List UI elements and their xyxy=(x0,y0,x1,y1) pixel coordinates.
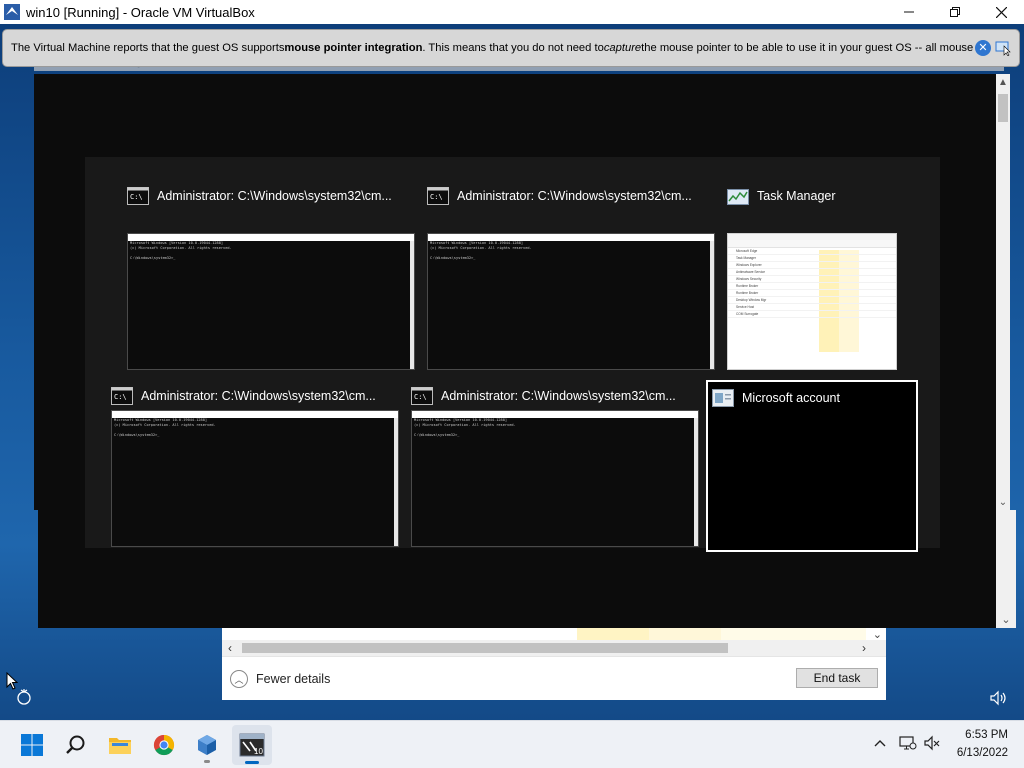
cmd-preview: Microsoft Windows [Version 10.0.19044.12… xyxy=(111,410,399,547)
close-notification-icon[interactable]: ✕ xyxy=(975,40,991,56)
taskbar: 10 6:53 PM 6/13/2022 xyxy=(0,720,1024,768)
accessibility-icon[interactable] xyxy=(14,688,34,708)
running-indicator xyxy=(204,760,210,763)
cmd-icon: C:\ xyxy=(411,387,433,405)
file-explorer-button[interactable] xyxy=(100,725,140,765)
task-manager-hscrollbar[interactable]: ‹ › xyxy=(222,640,886,656)
scroll-down-arrow-icon[interactable]: ⌄ xyxy=(996,613,1016,626)
mouse-integration-notification: The Virtual Machine reports that the gue… xyxy=(2,29,1020,67)
speaker-muted-icon xyxy=(924,735,940,751)
clock-time: 6:53 PM xyxy=(965,729,1008,741)
volume-muted-button[interactable] xyxy=(922,733,942,753)
svg-text:C:\: C:\ xyxy=(414,393,427,401)
scroll-thumb[interactable] xyxy=(998,94,1008,122)
scroll-right-arrow-icon[interactable]: › xyxy=(862,640,866,656)
alt-tab-item-cmd-3[interactable]: C:\ Administrator: C:\Windows\system32\c… xyxy=(111,385,401,547)
search-button[interactable] xyxy=(56,725,96,765)
clock[interactable]: 6:53 PM 6/13/2022 xyxy=(957,726,1008,762)
svg-text:C:\: C:\ xyxy=(114,393,127,401)
chrome-button[interactable] xyxy=(144,725,184,765)
show-hidden-icons-button[interactable] xyxy=(870,733,890,753)
notification-text: The Virtual Machine reports that the gue… xyxy=(11,42,285,54)
search-icon xyxy=(66,735,85,754)
scroll-left-arrow-icon[interactable]: ‹ xyxy=(228,640,232,656)
console-scrollbar[interactable]: ▲ ⌄ xyxy=(996,74,1010,510)
virtualbox-icon xyxy=(4,4,20,20)
alt-tab-title: Administrator: C:\Windows\system32\cm... xyxy=(157,189,392,203)
notification-text-middle: . This means that you do not need to xyxy=(422,42,604,54)
guest-display[interactable]: C:\Windows\system32\cmd.exe ▲ ⌄ ⌄ ⌄ ‹ › … xyxy=(0,24,1024,768)
lower-scrollbar[interactable]: ⌄ xyxy=(996,510,1016,628)
fewer-details-label: Fewer details xyxy=(256,672,331,686)
chevron-up-circle-icon: ︿ xyxy=(230,670,248,688)
alt-tab-item-task-manager[interactable]: Task Manager Microsoft Edge Task Manager… xyxy=(727,185,899,370)
svg-text:C:\: C:\ xyxy=(130,193,143,201)
folder-icon xyxy=(109,738,131,754)
chevron-up-icon xyxy=(874,740,886,747)
alt-tab-title: Administrator: C:\Windows\system32\cm... xyxy=(457,189,692,203)
start-button[interactable] xyxy=(12,725,52,765)
vbox-titlebar: win10 [Running] - Oracle VM VirtualBox xyxy=(0,0,1024,24)
task-manager-preview: Microsoft Edge Task Manager Windows Expl… xyxy=(727,233,897,370)
task-manager-icon xyxy=(727,189,749,205)
alt-tab-item-cmd-4[interactable]: C:\ Administrator: C:\Windows\system32\c… xyxy=(411,385,701,547)
hscroll-thumb[interactable] xyxy=(242,643,728,653)
cmd-icon: 10 xyxy=(239,733,265,757)
svg-text:10: 10 xyxy=(254,747,263,756)
cmd-icon: C:\ xyxy=(427,187,449,205)
scroll-up-arrow-icon[interactable]: ▲ xyxy=(996,76,1010,90)
virtualbox-button[interactable] xyxy=(187,725,227,765)
alt-tab-title: Administrator: C:\Windows\system32\cm... xyxy=(141,389,376,403)
scroll-down-arrow-icon[interactable]: ⌄ xyxy=(996,496,1010,510)
cmd-preview: Microsoft Windows [Version 10.0.19044.12… xyxy=(127,233,415,370)
alt-tab-item-microsoft-account[interactable]: Microsoft account xyxy=(706,380,918,552)
close-button[interactable] xyxy=(978,0,1024,24)
windows-start-icon xyxy=(21,734,43,756)
restore-icon xyxy=(950,7,960,17)
notification-italic: capture xyxy=(603,42,642,54)
alt-tab-title: Administrator: C:\Windows\system32\cm... xyxy=(441,389,676,403)
window-title: win10 [Running] - Oracle VM VirtualBox xyxy=(26,4,255,20)
notification-bold: mouse pointer integration xyxy=(284,42,423,54)
maximize-button[interactable] xyxy=(932,0,978,24)
active-indicator xyxy=(245,761,259,764)
network-icon xyxy=(899,736,917,750)
account-window-icon xyxy=(712,389,734,407)
close-icon xyxy=(995,6,1007,18)
clock-date: 6/13/2022 xyxy=(956,747,1008,759)
cmd-preview: Microsoft Windows [Version 10.0.19044.12… xyxy=(427,233,715,370)
cmd-taskbar-button[interactable]: 10 xyxy=(232,725,272,765)
alt-tab-switcher: C:\ Administrator: C:\Windows\system32\c… xyxy=(85,157,940,552)
chrome-icon xyxy=(153,734,175,756)
notification-text-after: the mouse pointer to be able to use it i… xyxy=(641,42,974,54)
virtualbox-icon xyxy=(198,735,216,755)
minimize-icon xyxy=(904,11,914,13)
alt-tab-item-cmd-2[interactable]: C:\ Administrator: C:\Windows\system32\c… xyxy=(427,185,717,370)
end-task-button[interactable]: End task xyxy=(796,668,878,688)
alt-tab-title: Task Manager xyxy=(757,189,836,203)
svg-text:C:\: C:\ xyxy=(430,193,443,201)
network-button[interactable] xyxy=(898,733,918,753)
alt-tab-title: Microsoft account xyxy=(742,391,840,405)
cmd-icon: C:\ xyxy=(111,387,133,405)
alt-tab-item-cmd-1[interactable]: C:\ Administrator: C:\Windows\system32\c… xyxy=(127,185,417,370)
cmd-preview: Microsoft Windows [Version 10.0.19044.12… xyxy=(411,410,699,547)
volume-icon[interactable] xyxy=(988,688,1008,708)
cmd-icon: C:\ xyxy=(127,187,149,205)
task-manager-footer: ︿ Fewer details End task xyxy=(222,656,886,700)
fewer-details-link[interactable]: ︿ Fewer details xyxy=(230,670,330,688)
minimize-button[interactable] xyxy=(886,0,932,24)
mouse-integration-icon[interactable] xyxy=(995,40,1013,56)
